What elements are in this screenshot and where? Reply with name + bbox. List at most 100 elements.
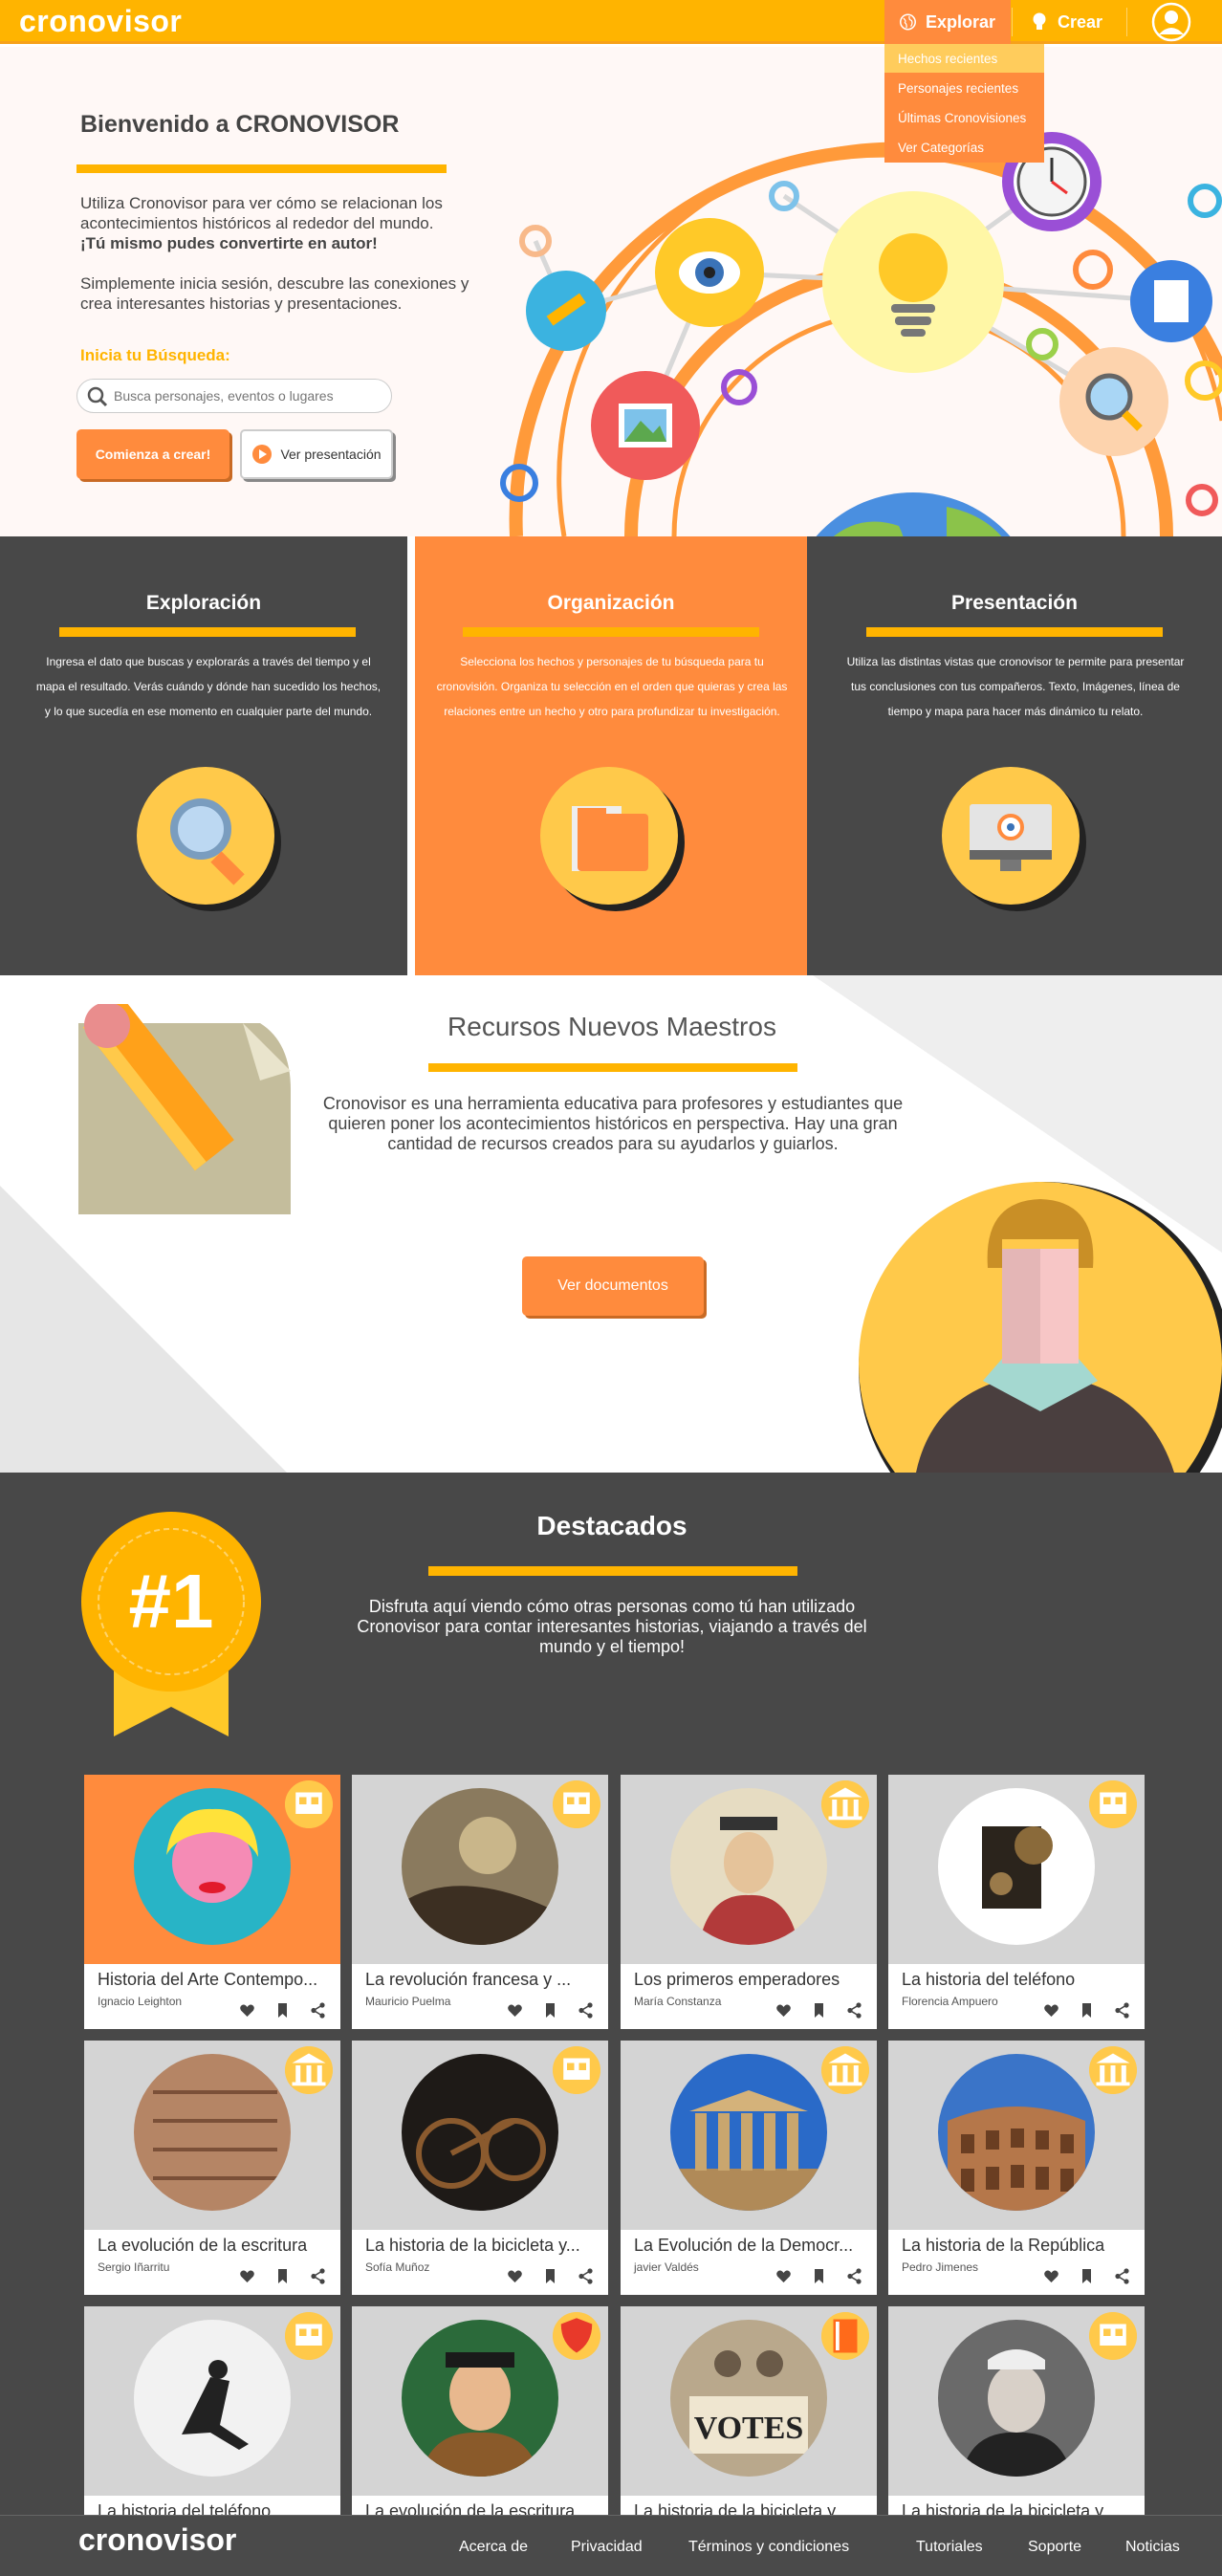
recursos-title: Recursos Nuevos Maestros — [447, 1012, 776, 1041]
story-card[interactable]: La historia del teléfono Florencia Ampue… — [888, 1775, 1145, 2029]
logo[interactable]: cronovisor — [19, 4, 182, 39]
footer-link-tutorials[interactable]: Tutoriales — [916, 2539, 983, 2556]
pencil-note-icon — [78, 1004, 291, 1214]
bookmark-icon[interactable] — [542, 2002, 558, 2019]
heart-icon[interactable] — [775, 2268, 792, 2284]
card-title[interactable]: La Evolución de la Democr... — [634, 2236, 867, 2256]
card-title[interactable]: La historia de la República — [902, 2236, 1135, 2256]
card-title[interactable]: Historia del Arte Contempo... — [98, 1970, 331, 1990]
share-icon[interactable] — [578, 2268, 594, 2284]
card-thumbnail — [888, 2041, 1145, 2230]
card-actions — [507, 2002, 594, 2019]
nav-crear[interactable]: Crear — [1015, 0, 1126, 44]
dropdown-item-personajes[interactable]: Personajes recientes — [884, 74, 1044, 102]
recursos-section — [0, 975, 1222, 1473]
share-icon[interactable] — [578, 2002, 594, 2019]
card-title[interactable]: Los primeros emperadores — [634, 1970, 867, 1990]
share-icon[interactable] — [1114, 2268, 1130, 2284]
story-card[interactable]: Historia del Arte Contempo... Ignacio Le… — [84, 1775, 340, 2029]
story-card[interactable]: La evolución de la escritura Sergio Iñar… — [84, 2041, 340, 2295]
bookmark-icon[interactable] — [542, 2268, 558, 2284]
card-author: javier Valdés — [634, 2260, 699, 2274]
dropdown-item-hechos[interactable]: Hechos recientes — [884, 44, 1044, 73]
heart-icon[interactable] — [507, 2002, 523, 2019]
lightbulb-icon — [1033, 12, 1046, 30]
bookmark-icon[interactable] — [811, 2002, 827, 2019]
view-documents-button[interactable]: Ver documentos — [522, 1256, 704, 1316]
card-image — [402, 2054, 558, 2211]
card-actions — [1043, 2002, 1130, 2019]
footer-link-news[interactable]: Noticias — [1125, 2539, 1180, 2556]
dropdown-item-cronovisiones[interactable]: Últimas Cronovisiones — [884, 103, 1044, 132]
card-title[interactable]: La historia de la bicicleta y... — [365, 2236, 599, 2256]
card-image — [134, 2054, 291, 2211]
bookmark-icon[interactable] — [1079, 2268, 1095, 2284]
film-icon — [553, 1780, 600, 1828]
recursos-text: Cronovisor es una herramienta educativa … — [322, 1094, 904, 1153]
view-presentation-button[interactable]: Ver presentación — [240, 429, 393, 479]
film-icon — [1089, 2312, 1137, 2360]
footer-link-terms[interactable]: Términos y condiciones — [688, 2539, 849, 2556]
heart-icon[interactable] — [507, 2268, 523, 2284]
card-title[interactable]: La historia del teléfono — [902, 1970, 1135, 1990]
footer-link-support[interactable]: Soporte — [1028, 2539, 1081, 2556]
share-icon[interactable] — [310, 2002, 326, 2019]
share-icon[interactable] — [310, 2268, 326, 2284]
footer-link-privacy[interactable]: Privacidad — [571, 2539, 643, 2556]
story-card[interactable]: La revolución francesa y ... Mauricio Pu… — [352, 1775, 608, 2029]
search-input[interactable] — [114, 385, 382, 406]
card-actions — [775, 2268, 862, 2284]
folder-icon — [540, 767, 685, 911]
bookmark-icon[interactable] — [274, 2002, 291, 2019]
share-icon[interactable] — [846, 2002, 862, 2019]
bookmark-icon[interactable] — [811, 2268, 827, 2284]
dropdown-item-categorias[interactable]: Ver Categorías — [884, 133, 1044, 162]
heart-icon[interactable] — [239, 2268, 255, 2284]
card-image — [938, 2054, 1095, 2211]
footer-link-about[interactable]: Acerca de — [459, 2539, 528, 2556]
nav-explorar[interactable]: Explorar — [884, 0, 1011, 44]
story-card[interactable]: La historia de la bicicleta y... Sofía M… — [352, 2041, 608, 2295]
card-info: La Evolución de la Democr... javier Vald… — [621, 2230, 877, 2295]
heart-icon[interactable] — [775, 2002, 792, 2019]
card-thumbnail — [352, 2306, 608, 2496]
card-author: María Constanza — [634, 1995, 722, 2008]
card-actions — [775, 2002, 862, 2019]
heart-icon[interactable] — [1043, 2002, 1059, 2019]
card-info: Los primeros emperadores María Constanza — [621, 1964, 877, 2029]
card-info: La revolución francesa y ... Mauricio Pu… — [352, 1964, 608, 2029]
card-title[interactable]: La revolución francesa y ... — [365, 1970, 599, 1990]
feature-text: Utiliza las distintas vistas que cronovi… — [846, 655, 1185, 718]
heart-icon[interactable] — [1043, 2268, 1059, 2284]
card-info: La historia de la República Pedro Jimene… — [888, 2230, 1145, 2295]
feature-text: Selecciona los hechos y personajes de tu… — [436, 655, 788, 718]
start-creating-button[interactable]: Comienza a crear! — [76, 429, 229, 479]
feature-divider — [463, 627, 759, 637]
film-icon — [285, 1780, 333, 1828]
story-card[interactable]: La historia de la República Pedro Jimene… — [888, 2041, 1145, 2295]
card-author: Florencia Ampuero — [902, 1995, 998, 2008]
teacher-avatar-icon — [859, 1182, 1222, 1473]
story-card[interactable]: Los primeros emperadores María Constanza — [621, 1775, 877, 2029]
card-thumbnail — [352, 1775, 608, 1964]
card-author: Sergio Iñarritu — [98, 2260, 170, 2274]
footer-logo[interactable]: cronovisor — [78, 2522, 236, 2558]
user-avatar-icon[interactable] — [1151, 2, 1191, 42]
card-image: VOTES — [670, 2320, 827, 2477]
bookmark-icon[interactable] — [1079, 2002, 1095, 2019]
story-card[interactable]: La Evolución de la Democr... javier Vald… — [621, 2041, 877, 2295]
museum-icon — [821, 2046, 869, 2094]
bookmark-icon[interactable] — [274, 2268, 291, 2284]
feature-divider — [866, 627, 1163, 637]
card-image — [938, 2320, 1095, 2477]
search-box[interactable] — [76, 379, 392, 413]
heart-icon[interactable] — [239, 2002, 255, 2019]
share-icon[interactable] — [846, 2268, 862, 2284]
card-info: Historia del Arte Contempo... Ignacio Le… — [84, 1964, 340, 2029]
feature-title: Presentación — [951, 592, 1078, 614]
card-title[interactable]: La evolución de la escritura — [98, 2236, 331, 2256]
search-icon — [87, 386, 108, 407]
feature-presentacion: Presentación Utiliza las distintas vista… — [807, 536, 1222, 975]
share-icon[interactable] — [1114, 2002, 1130, 2019]
feature-title: Exploración — [145, 592, 262, 614]
